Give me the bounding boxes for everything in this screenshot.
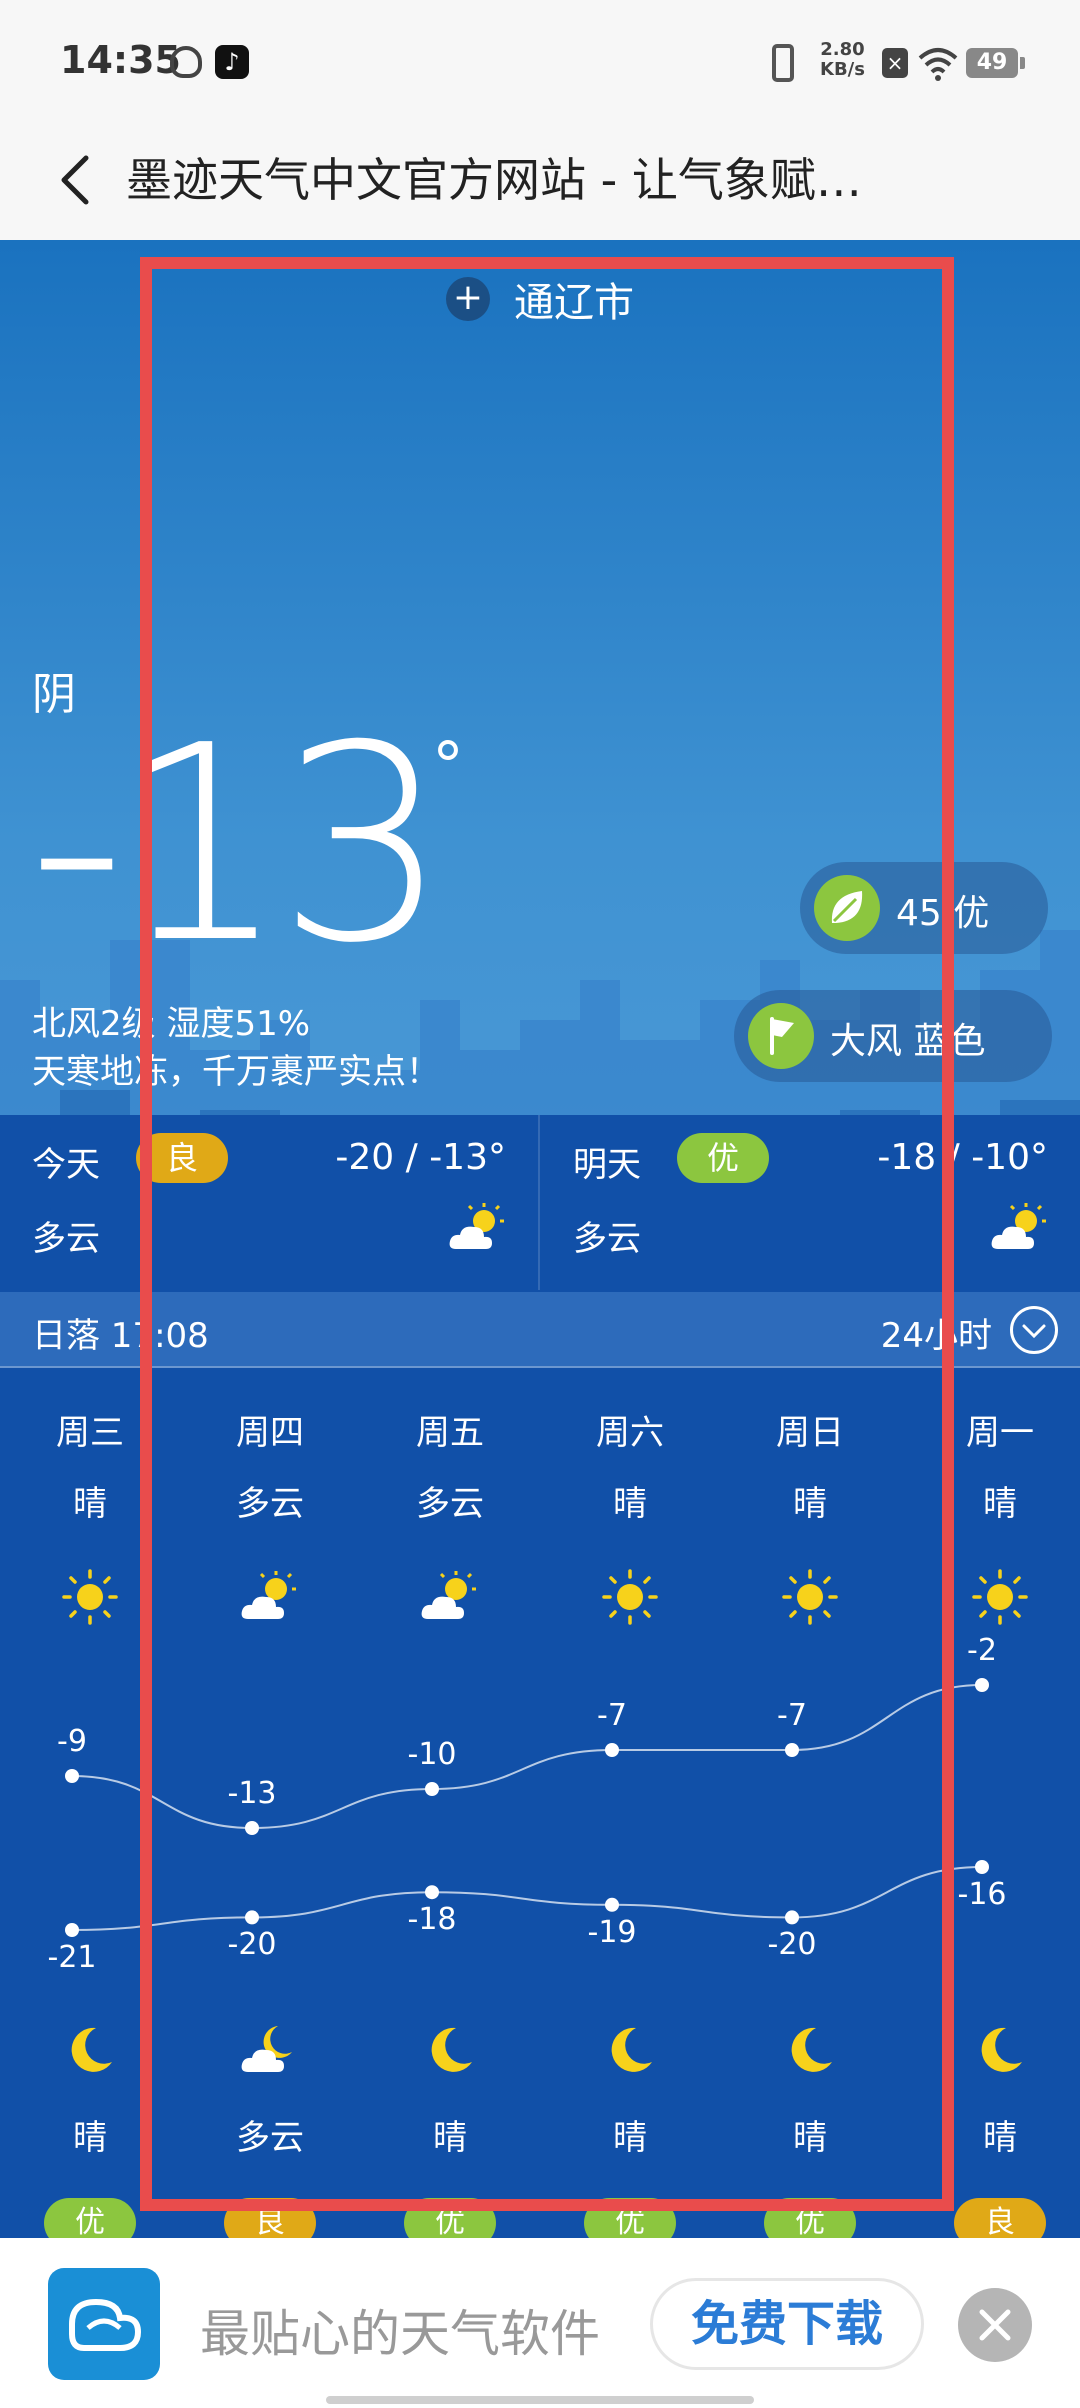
low-temp-label: -20: [227, 1927, 277, 1963]
high-temp-label: -10: [407, 1737, 457, 1772]
network-speed-value: 2.80: [820, 39, 865, 60]
browser-title-bar: 墨迹天气中文官方网站 - 让气象赋…: [0, 120, 1080, 240]
temp-point: [245, 1821, 259, 1835]
network-speed: 2.80 KB/s: [820, 40, 865, 80]
no-sim-icon: ×: [882, 48, 908, 78]
temp-point: [425, 1885, 439, 1900]
low-temp-label: -19: [587, 1914, 637, 1950]
battery-icon: 49: [966, 48, 1025, 78]
page-title: 墨迹天气中文官方网站 - 让气象赋…: [126, 153, 862, 207]
temp-point: [785, 1743, 799, 1757]
temp-point: [605, 1897, 619, 1912]
low-temp-label: -21: [47, 1940, 97, 1975]
home-indicator: [326, 2396, 754, 2404]
temp-point: [425, 1782, 439, 1796]
high-temp-label: -9: [57, 1724, 87, 1759]
wifi-icon: [918, 48, 958, 81]
temp-point: [65, 1923, 79, 1937]
low-temp-label: -18: [407, 1902, 457, 1938]
high-temp-label: -7: [777, 1698, 807, 1733]
low-temp-line: [71, 1866, 983, 1931]
temp-point: [65, 1769, 79, 1783]
high-temp-label: -2: [967, 1633, 997, 1668]
back-arrow-icon[interactable]: [50, 150, 110, 210]
status-bar: 14:35 ♪ 2.80 KB/s × 49: [0, 0, 1080, 120]
network-speed-unit: KB/s: [820, 59, 865, 80]
ad-text: 最贴心的天气软件: [200, 2305, 600, 2363]
temp-point: [975, 1678, 989, 1692]
high-temp-label: -7: [597, 1698, 627, 1733]
qq-icon: [170, 46, 202, 78]
tiktok-icon: ♪: [215, 45, 249, 79]
temp-point: [785, 1910, 799, 1925]
temp-point: [245, 1910, 259, 1925]
low-temp-label: -20: [767, 1927, 817, 1963]
temperature-chart: [65, 1678, 989, 1937]
high-temp-label: -13: [227, 1776, 277, 1811]
download-button[interactable]: 免费下载: [650, 2278, 924, 2370]
daily-forecast: 周三晴晴优周四 多云 多云良周五 多云晴优周六晴晴优周日晴晴优周一晴晴良 -9 -21 -1…: [0, 240, 1080, 2238]
weather-main: + 通辽市 阴 -13 ° 北风2级 湿度51% 天寒地冻，千万裹严实点！ 45 …: [0, 240, 1080, 2238]
status-time: 14:35: [60, 38, 181, 82]
vibrate-icon: [772, 44, 794, 82]
low-temp-label: -16: [957, 1877, 1007, 1912]
ad-banner[interactable]: 最贴心的天气软件 免费下载: [0, 2238, 1080, 2408]
close-icon[interactable]: [958, 2288, 1032, 2362]
temp-point: [975, 1860, 989, 1874]
moji-weather-logo: [48, 2268, 160, 2380]
temp-point: [605, 1743, 619, 1757]
